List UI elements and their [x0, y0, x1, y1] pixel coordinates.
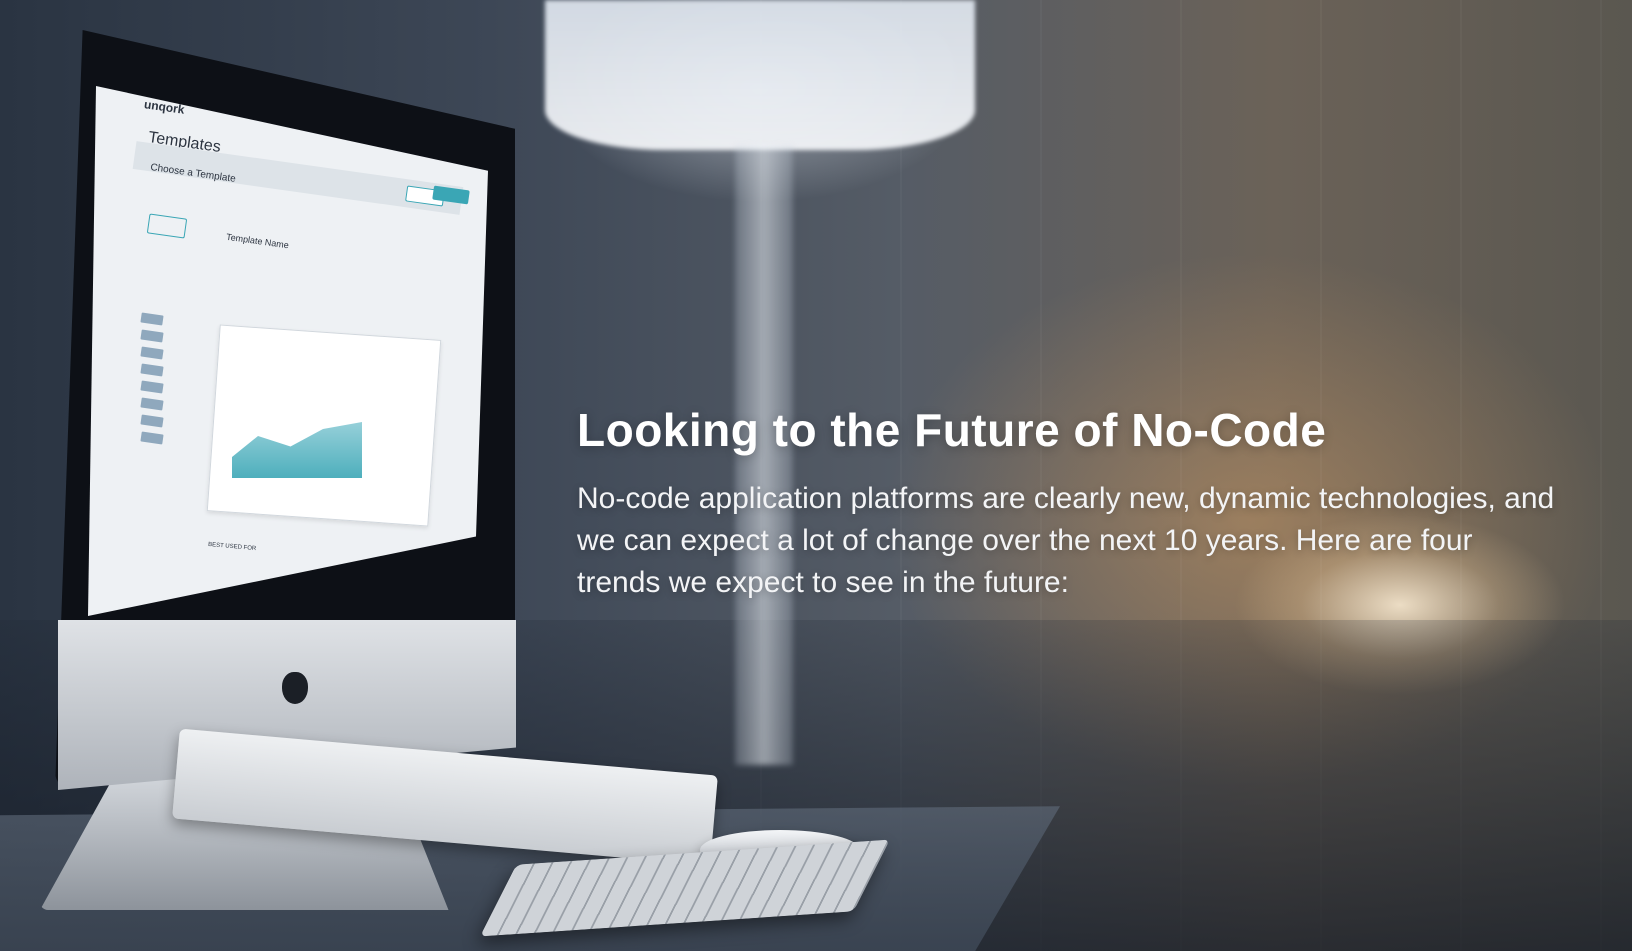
imac-screen: unqork Templates Choose a Template Templ…: [88, 86, 488, 616]
screen-sidebar-tag: [140, 329, 164, 343]
screen-sidebar-tag: [140, 363, 164, 377]
screen-sidebar-selected-item: [146, 213, 188, 239]
screen-best-used-for: BEST USED FOR: [207, 541, 257, 553]
screen-sidebar-tag: [140, 380, 164, 394]
screen-sidebar-tag: [140, 397, 164, 411]
hero-headline: Looking to the Future of No-Code: [577, 404, 1327, 456]
screen-sidebar-tag: [140, 346, 164, 360]
hero-scene: unqork Templates Choose a Template Templ…: [0, 0, 1632, 951]
hero-body-text: No-code application platforms are clearl…: [577, 482, 1555, 599]
screen-sidebar-tag: [140, 431, 164, 445]
screen-sidebar-tag: [140, 414, 164, 428]
apple-logo-icon: [282, 672, 308, 704]
screen-template-heading: Template Name: [225, 231, 290, 251]
screen-chart-card: [206, 324, 442, 527]
screen-sidebar-tag: [140, 312, 164, 326]
lamp-shade: [545, 0, 975, 150]
